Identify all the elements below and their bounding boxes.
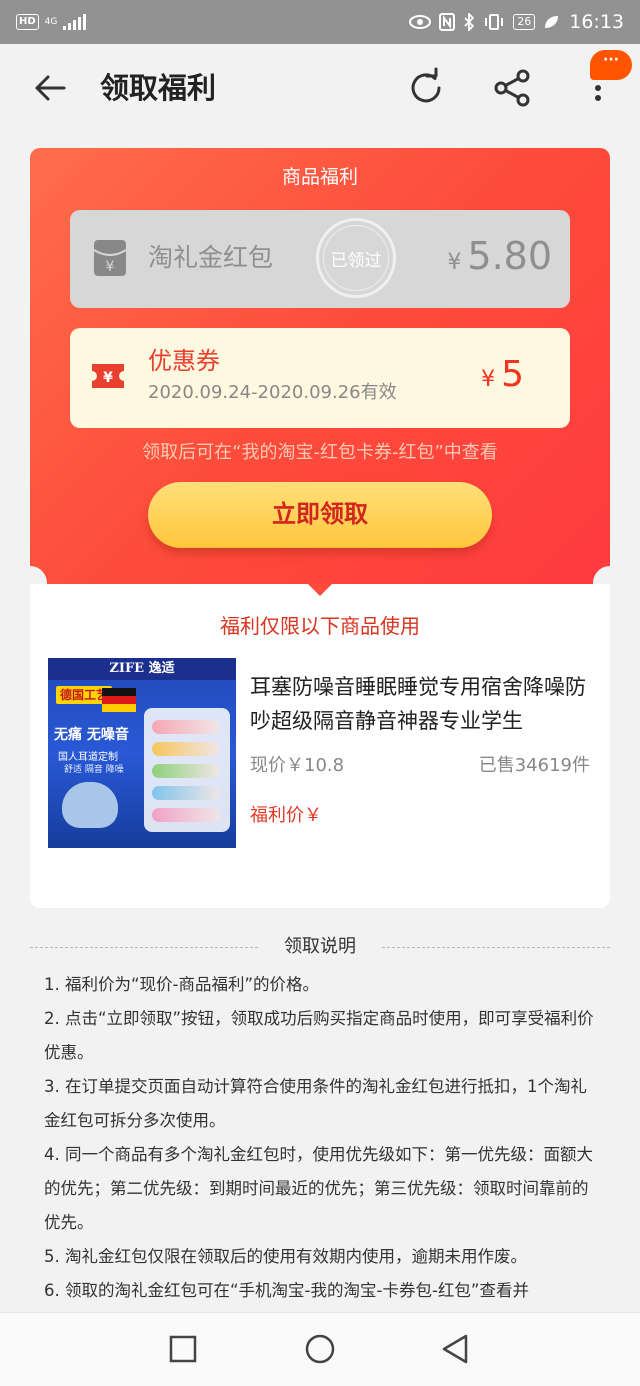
product-image-slogan: 无痛 无噪音: [54, 727, 129, 743]
earplug: [152, 808, 220, 822]
sold-count: 已售34619件: [478, 755, 590, 776]
claim-now-button[interactable]: 立即领取: [148, 482, 492, 548]
message-badge[interactable]: ···: [590, 50, 632, 80]
instruction-item: 5. 淘礼金红包仅限在领取后的使用有效期内使用，逾期未用作废。: [44, 1247, 527, 1266]
network-type: 4G: [44, 16, 58, 27]
app-header: 领取福利 ···: [0, 44, 640, 132]
coupon-item: ¥ 优惠券 2020.09.24-2020.09.26有效 ¥ 5: [70, 328, 570, 428]
germany-flag-icon: [102, 688, 136, 712]
card-pointer: [308, 584, 332, 596]
earplug: [152, 786, 220, 800]
coupon-validity: 2020.09.24-2020.09.26有效: [148, 382, 397, 403]
earplug: [152, 764, 220, 778]
red-packet-icon: ¥: [93, 240, 127, 276]
instructions-heading-row: 领取说明: [30, 934, 610, 960]
instructions-list: 1. 福利价为“现价-商品福利”的价格。 2. 点击“立即领取”按钮，领取成功后…: [44, 968, 594, 1308]
currency-symbol: ¥: [447, 250, 462, 275]
recent-apps-icon[interactable]: [167, 1333, 199, 1365]
back-nav-icon[interactable]: [440, 1333, 472, 1365]
current-price: 现价￥10.8: [250, 755, 345, 776]
instruction-item: 6. 领取的淘礼金红包可在“手机淘宝-我的淘宝-卡券包-红包”查看并: [44, 1281, 529, 1300]
home-icon[interactable]: [304, 1333, 336, 1365]
currency-symbol: ¥: [481, 367, 496, 392]
restriction-text: 福利仅限以下商品使用: [220, 614, 420, 638]
product-title[interactable]: 耳塞防噪音睡眠睡觉专用宿舍降噪防吵超级隔音静音神器专业学生: [250, 670, 596, 738]
product-image-sub: 国人耳道定制: [58, 752, 118, 763]
red-packet-item: ¥ 淘礼金红包 已领过 ¥ 5.80: [70, 210, 570, 308]
product-card: 福利仅限以下商品使用 ZIFE 逸适 德国工艺 无痛 无噪音 国人耳道定制 舒适…: [30, 584, 610, 908]
earplug: [152, 742, 220, 756]
instruction-item: 1. 福利价为“现价-商品福利”的价格。: [44, 975, 320, 994]
leaf-icon: [545, 16, 559, 28]
bluetooth-icon: [464, 13, 475, 31]
arrow-left-icon[interactable]: [30, 68, 70, 108]
svg-text:¥: ¥: [103, 370, 113, 386]
battery-icon: 26: [513, 14, 536, 30]
red-packet-amount: ¥ 5.80: [447, 234, 552, 278]
earplug: [152, 720, 220, 734]
status-bar: HD 4G 26 16:13: [0, 0, 640, 44]
red-packet-name: 淘礼金红包: [148, 243, 274, 272]
svg-text:¥: ¥: [106, 259, 115, 275]
coupon-name: 优惠券: [148, 347, 220, 375]
amount-value: 5: [501, 354, 524, 395]
divider: [382, 947, 610, 948]
instruction-item: 4. 同一个商品有多个淘礼金红包时，使用优先级如下：第一优先级：面额大的优先；第…: [44, 1145, 593, 1232]
claim-hint: 领取后可在“我的淘宝-红包卡券-红包”中查看: [142, 442, 498, 463]
clock: 16:13: [569, 11, 624, 33]
hd-indicator: HD: [16, 14, 39, 30]
benefit-section-title: 商品福利: [281, 166, 358, 188]
benefit-card: 商品福利 ¥ 淘礼金红包 已领过 ¥ 5.80 ¥ 优惠券 2020.09.24…: [30, 148, 610, 584]
instruction-item: 3. 在订单提交页面自动计算符合使用条件的淘礼金红包进行抵扣，1个淘礼金红包可拆…: [44, 1077, 587, 1130]
signal-icon: [63, 14, 87, 30]
vibrate-icon: [485, 14, 504, 30]
welfare-price: 福利价￥: [250, 805, 322, 826]
claimed-stamp: 已领过: [316, 218, 396, 298]
share-icon[interactable]: [490, 66, 534, 110]
product-image-brand: ZIFE 逸适: [48, 658, 236, 680]
system-nav-bar: [0, 1312, 640, 1386]
amount-value: 5.80: [467, 234, 552, 278]
page-title: 领取福利: [100, 71, 217, 105]
claimed-stamp-text: 已领过: [323, 225, 389, 291]
product-image-sub2: 舒适 隔音 降噪: [64, 765, 124, 775]
coupon-ticket-icon: ¥: [92, 364, 124, 388]
eye-icon: [409, 15, 432, 29]
product-image[interactable]: ZIFE 逸适 德国工艺 无痛 无噪音 国人耳道定制 舒适 隔音 降噪: [48, 658, 236, 848]
refresh-icon[interactable]: [404, 66, 448, 110]
earplug-closeup: [62, 782, 118, 828]
coupon-amount: ¥ 5: [481, 354, 524, 395]
instruction-item: 2. 点击“立即领取”按钮，领取成功后购买指定商品时使用，即可享受福利价优惠。: [44, 1009, 594, 1062]
nfc-icon: [439, 13, 456, 31]
